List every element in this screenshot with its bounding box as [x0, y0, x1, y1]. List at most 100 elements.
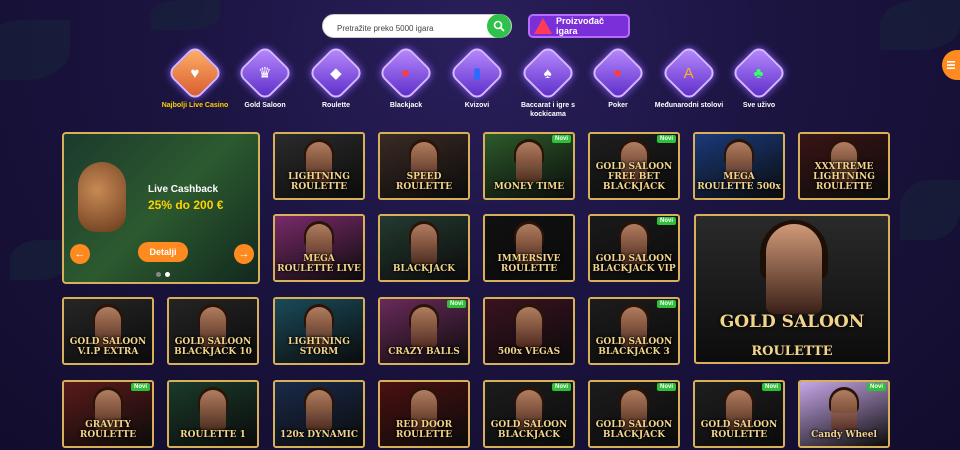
new-badge: Novi [551, 135, 571, 143]
game-tile[interactable]: 500x VEGAS [483, 297, 575, 365]
top-hat-icon: ▮ [448, 44, 506, 102]
leaf-decoration [900, 180, 960, 240]
game-title: GOLD SALOON BLACKJACK 3 [595, 337, 673, 357]
carousel-dot-active[interactable] [165, 272, 170, 277]
club-card-icon: ♣ [730, 44, 788, 102]
game-tile[interactable]: GOLD SALOON BLACKJACK VIP Novi [588, 214, 680, 282]
game-title: 500x VEGAS [497, 347, 561, 357]
category-poker[interactable]: ● Poker [583, 44, 653, 110]
heart-icon: ♥ [166, 44, 224, 102]
dealer-image [766, 224, 822, 314]
game-tile[interactable]: ROULETTE 1 [167, 380, 259, 448]
crown-icon: ♛ [236, 44, 294, 102]
leaf-decoration [10, 240, 70, 280]
search-icon [493, 20, 505, 32]
game-tile[interactable]: GOLD SALOON ROULETTE Novi [693, 380, 785, 448]
spade-card-icon: ♠ [519, 44, 577, 102]
new-badge: Novi [866, 383, 886, 391]
game-tile[interactable]: Candy Wheel Novi [798, 380, 890, 448]
game-title: ROULETTE 1 [180, 430, 246, 440]
game-tile[interactable]: GOLD SALOON FREE BET BLACKJACK Novi [588, 132, 680, 200]
game-title: GOLD SALOON BLACKJACK [490, 420, 568, 440]
game-title: XXXTREME LIGHTNING ROULETTE [813, 162, 875, 192]
next-arrow-icon[interactable]: → [234, 244, 254, 264]
game-title: GOLD SALOON FREE BET BLACKJACK [595, 162, 673, 192]
new-badge: Novi [446, 300, 466, 308]
new-badge: Novi [761, 383, 781, 391]
carousel-dot[interactable] [156, 272, 161, 277]
promo-value: 25% do 200 € [148, 198, 224, 212]
category-label: Sve uživo [742, 102, 776, 109]
game-tile[interactable]: LIGHTNING ROULETTE [273, 132, 365, 200]
category-label: Gold Saloon [244, 102, 286, 109]
provider-button[interactable]: Proizvođač igara [528, 14, 630, 38]
game-title: BLACKJACK [392, 264, 456, 274]
game-tile[interactable]: CRAZY BALLS Novi [378, 297, 470, 365]
category-label: Roulette [322, 102, 350, 109]
category-medunarodni-stolovi[interactable]: A Međunarodni stolovi [654, 44, 724, 110]
game-tile[interactable]: 120x DYNAMIC [273, 380, 365, 448]
game-title: 120x DYNAMIC [279, 430, 359, 440]
search-button[interactable] [487, 14, 511, 38]
chips-icon: ● [377, 44, 435, 102]
category-blackjack[interactable]: ● Blackjack [371, 44, 441, 110]
dealer-image [516, 307, 542, 347]
game-tile[interactable]: GRAVITY ROULETTE Novi [62, 380, 154, 448]
game-title: CRAZY BALLS [388, 347, 460, 357]
game-title: MEGA ROULETTE 500x [697, 172, 781, 192]
game-title: MEGA ROULETTE LIVE [277, 254, 361, 274]
details-button[interactable]: Detalji [138, 242, 188, 262]
gem-icon: ◆ [307, 44, 365, 102]
promo-banner: Live Cashback 25% do 200 € ← Detalji → [62, 132, 260, 284]
game-tile[interactable]: IMMERSIVE ROULETTE [483, 214, 575, 282]
globe-icon: A [660, 44, 718, 102]
category-gold-saloon[interactable]: ♛ Gold Saloon [230, 44, 300, 110]
category-sve-uzivo[interactable]: ♣ Sve uživo [724, 44, 794, 110]
game-tile[interactable]: RED DOOR ROULETTE [378, 380, 470, 448]
side-menu-toggle[interactable] [942, 50, 960, 80]
game-tile[interactable]: SPEED ROULETTE [378, 132, 470, 200]
game-title: GOLD SALOON [719, 312, 865, 332]
new-badge: Novi [656, 300, 676, 308]
category-kvizovi[interactable]: ▮ Kvizovi [442, 44, 512, 110]
game-title: GOLD SALOON ROULETTE [700, 420, 778, 440]
category-najbolji-live-casino[interactable]: ♥ Najbolji Live Casino [160, 44, 230, 110]
leaf-decoration [880, 0, 960, 50]
game-title: IMMERSIVE ROULETTE [497, 254, 561, 274]
category-label: Blackjack [389, 102, 423, 109]
new-badge: Novi [551, 383, 571, 391]
tiki-pot-illustration [78, 162, 126, 232]
game-tile[interactable]: LIGHTNING STORM [273, 297, 365, 365]
game-tile[interactable]: MONEY TIME Novi [483, 132, 575, 200]
prev-arrow-icon[interactable]: ← [70, 244, 90, 264]
game-title: Candy Wheel [811, 430, 877, 440]
game-tile[interactable]: MEGA ROULETTE LIVE [273, 214, 365, 282]
game-tile[interactable]: XXXTREME LIGHTNING ROULETTE [798, 132, 890, 200]
search-bar [322, 14, 512, 38]
dealer-image [411, 224, 437, 264]
leaf-decoration [150, 0, 220, 30]
game-tile-gold-saloon-roulette[interactable]: GOLD SALOON ROULETTE [694, 214, 890, 364]
game-title: GOLD SALOON V.I.P EXTRA [69, 337, 147, 357]
game-tile[interactable]: GOLD SALOON BLACKJACK 10 [167, 297, 259, 365]
game-tile[interactable]: BLACKJACK [378, 214, 470, 282]
new-badge: Novi [656, 217, 676, 225]
game-title: LIGHTNING ROULETTE [288, 172, 350, 192]
game-title: GOLD SALOON BLACKJACK [595, 420, 673, 440]
category-baccarat[interactable]: ♠ Baccarat i igre s kockicama [513, 44, 583, 119]
category-label: Poker [608, 102, 628, 109]
game-tile[interactable]: MEGA ROULETTE 500x [693, 132, 785, 200]
poker-chips-icon: ● [589, 44, 647, 102]
dealer-image [200, 390, 226, 430]
game-title: RED DOOR ROULETTE [395, 420, 453, 440]
category-roulette[interactable]: ◆ Roulette [301, 44, 371, 110]
game-tile[interactable]: GOLD SALOON BLACKJACK Novi [483, 380, 575, 448]
game-tile[interactable]: GOLD SALOON V.I.P EXTRA [62, 297, 154, 365]
dealer-image [411, 307, 437, 347]
game-tile[interactable]: GOLD SALOON BLACKJACK 3 Novi [588, 297, 680, 365]
game-tile[interactable]: GOLD SALOON BLACKJACK Novi [588, 380, 680, 448]
menu-icon [947, 61, 955, 69]
search-input[interactable] [335, 19, 489, 37]
game-title: LIGHTNING STORM [288, 337, 350, 357]
dealer-image [516, 142, 542, 182]
